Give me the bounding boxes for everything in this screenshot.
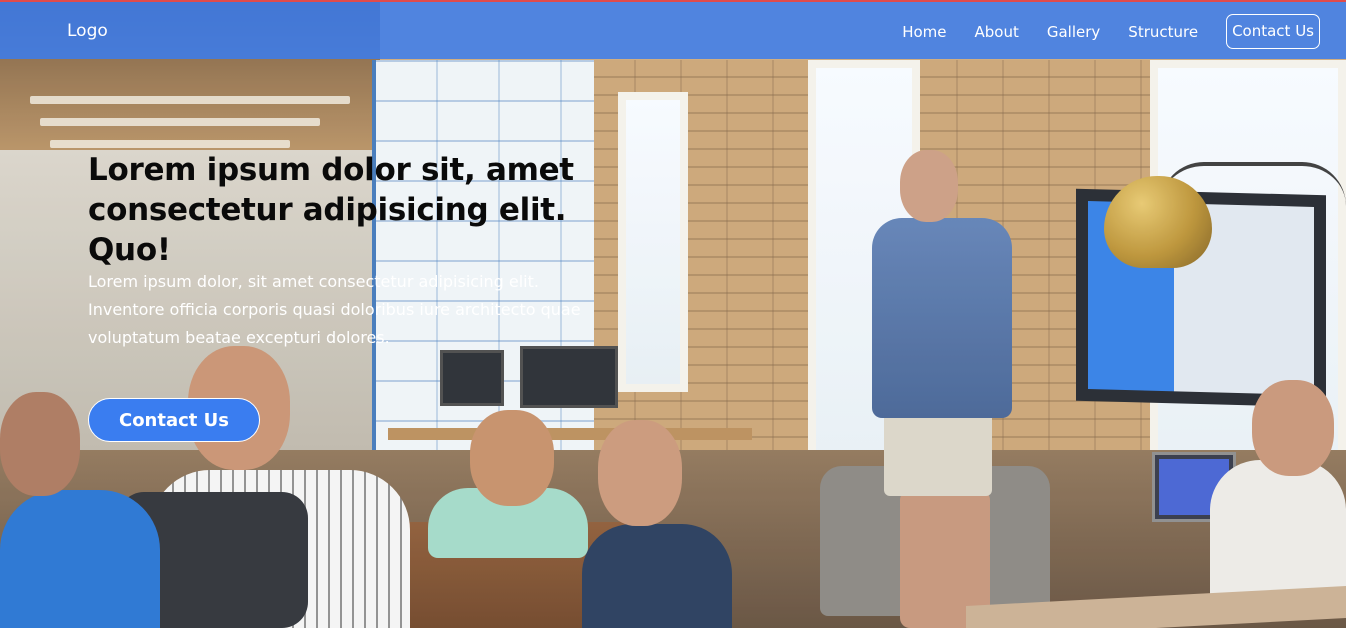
hero-text: Lorem ipsum dolor, sit amet consectetur … xyxy=(88,272,581,347)
hero-section: Logo Home About Gallery Structure Contac… xyxy=(0,0,1346,628)
logo-link[interactable]: Logo xyxy=(67,21,108,41)
nav-link-about[interactable]: About xyxy=(975,23,1019,41)
nav-link-structure[interactable]: Structure xyxy=(1128,23,1198,41)
nav-link-home[interactable]: Home xyxy=(902,23,946,41)
nav-link-gallery[interactable]: Gallery xyxy=(1047,23,1100,41)
nav-links: Home About Gallery Structure Contact Us xyxy=(874,14,1320,49)
hero-contact-button[interactable]: Contact Us xyxy=(88,398,260,442)
hero-title: Lorem ipsum dolor sit, amet consectetur … xyxy=(88,152,574,268)
navbar: Logo Home About Gallery Structure Contac… xyxy=(0,0,1346,59)
nav-contact-button[interactable]: Contact Us xyxy=(1226,14,1320,49)
